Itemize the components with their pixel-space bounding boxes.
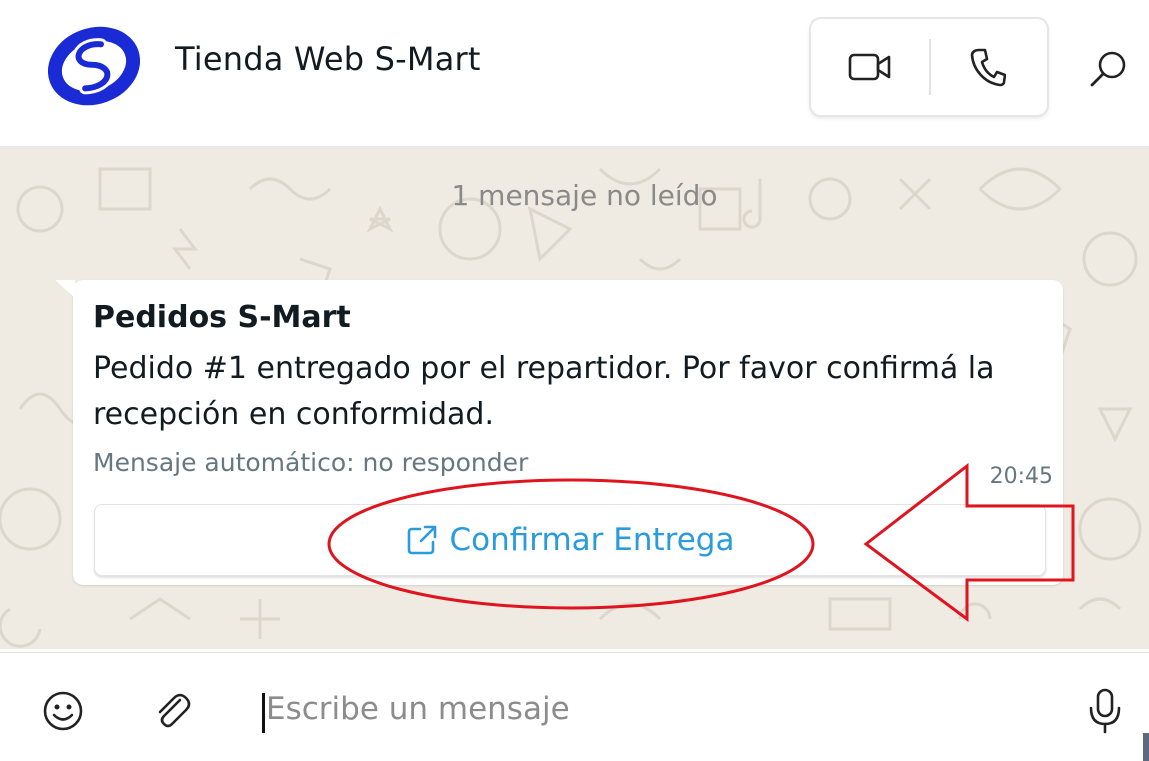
emoji-icon: [43, 691, 83, 731]
chat-header: Tienda Web S-Mart: [0, 0, 1149, 149]
unread-banner: 1 mensaje no leído: [451, 179, 718, 212]
message-composer: [0, 652, 1149, 761]
message-time: 20:45: [989, 464, 1053, 489]
attach-button[interactable]: [150, 688, 196, 734]
microphone-icon: [1089, 688, 1121, 734]
phone-icon: [970, 48, 1006, 87]
paperclip-icon: [158, 693, 191, 728]
video-camera-icon: [848, 53, 891, 81]
video-call-button[interactable]: [811, 19, 929, 115]
confirm-delivery-button[interactable]: Confirmar Entrega: [94, 504, 1046, 576]
message-input[interactable]: [264, 683, 1048, 735]
emoji-button[interactable]: [40, 688, 86, 734]
message-body: Pedido #1 entregado por el repartidor. P…: [93, 351, 995, 432]
confirm-delivery-label: Confirmar Entrega: [449, 522, 735, 558]
message-footer: Mensaje automático: no responder: [93, 448, 529, 477]
call-buttons-group: [809, 17, 1049, 117]
search-icon: [1090, 51, 1126, 87]
microphone-button[interactable]: [1082, 686, 1128, 736]
logo-graphic: [47, 26, 141, 106]
bubble-tail: [55, 280, 75, 298]
search-button[interactable]: [1083, 44, 1133, 94]
window-corner-accent: [1143, 733, 1149, 761]
message-sender: Pedidos S-Mart: [93, 300, 351, 335]
chat-title[interactable]: Tienda Web S-Mart: [175, 40, 481, 78]
chat-area[interactable]: 1 mensaje no leído Pedidos S-Mart Pedido…: [0, 149, 1149, 649]
voice-call-button[interactable]: [929, 19, 1047, 115]
message-bubble[interactable]: Pedidos S-Mart Pedido #1 entregado por e…: [55, 280, 1063, 585]
s-mart-logo[interactable]: [47, 22, 141, 110]
external-link-icon: [407, 525, 436, 555]
